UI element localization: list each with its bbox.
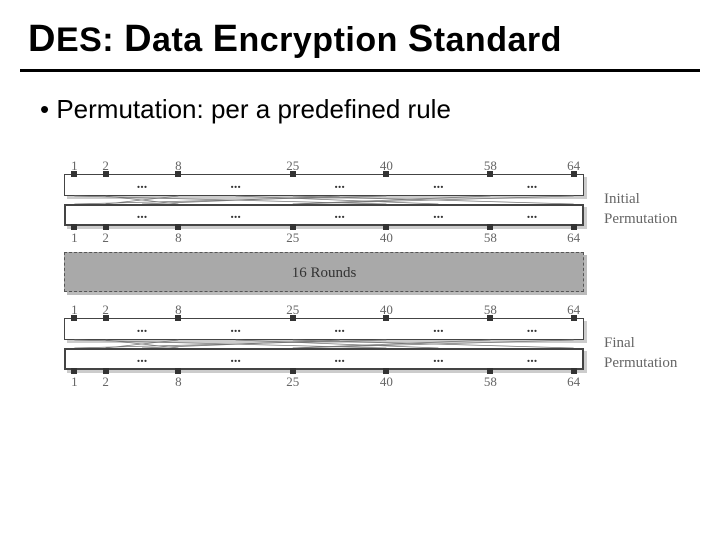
- slide-title: DES: Data Encryption Standard: [0, 0, 720, 65]
- rounds-box: 16 Rounds: [64, 252, 584, 292]
- des-diagram: 1 2 8 25 40 58 64 ... ... ... ... ...: [64, 160, 656, 388]
- final-label: FinalPermutation: [604, 334, 704, 373]
- initial-permutation-box: 1 2 8 25 40 58 64 ... ... ... ... ...: [64, 160, 584, 240]
- bullet-text: Permutation: per a predefined rule: [0, 72, 720, 125]
- final-permutation-box: 1 2 8 25 40 58 64 ... ... ... ... ...: [64, 304, 584, 384]
- initial-label: InitialPermutation: [604, 190, 704, 229]
